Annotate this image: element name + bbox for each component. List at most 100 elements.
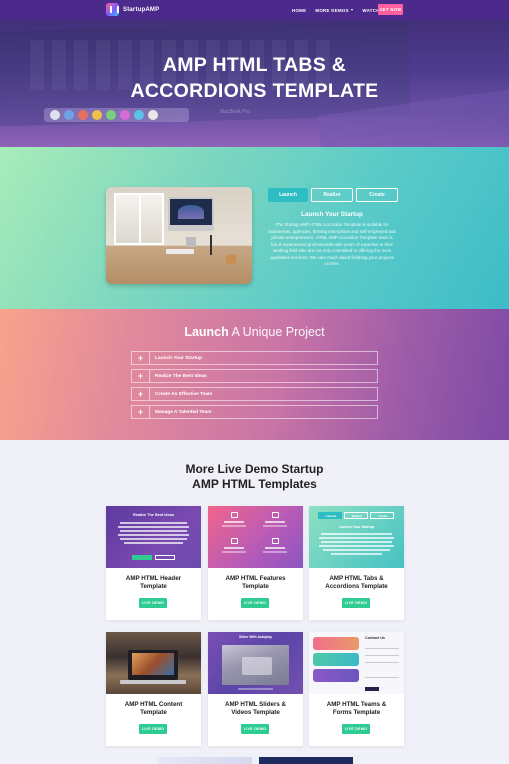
more-templates-title-line-2: AMP HTML Templates (192, 477, 317, 491)
nav-item-more-demos[interactable]: MORE DEMOS (315, 7, 354, 13)
template-card-title-line-2: Accordions Template (325, 583, 388, 590)
thumb-team-card (313, 653, 359, 666)
template-card-title: AMP HTML Content Template (108, 701, 199, 717)
accordion-item[interactable]: + Create An Effective Team (131, 387, 378, 401)
thumb-text-line (321, 533, 392, 535)
thumb-text-line (118, 534, 189, 536)
thumb-tab: Create (370, 512, 394, 519)
live-demo-button[interactable]: LIVE DEMO (139, 724, 167, 734)
thumb-textarea (365, 668, 399, 678)
accordion-item-label: Realize The Best Ideas (155, 373, 207, 379)
thumb-text-line (263, 551, 287, 553)
tab-bar: Launch Realize Create (268, 188, 398, 202)
nav-item-more-demos-label: MORE DEMOS (315, 7, 349, 13)
nav-item-home[interactable]: HOME (292, 8, 306, 13)
thumb-title: Slider With Autoplay (239, 635, 272, 639)
thumb-text-line (224, 547, 244, 549)
thumb-submit (365, 687, 379, 691)
template-card-tabs: Launch Realize Create Launch Your Startu… (309, 506, 404, 620)
thumb-text-line (319, 545, 394, 547)
thumb-team-card (313, 637, 359, 650)
photo-lamp (210, 235, 212, 255)
template-card-title-line-2: Videos Template (231, 709, 280, 716)
plus-icon: + (132, 406, 150, 418)
thumb-text-line (331, 553, 382, 555)
live-demo-button[interactable]: LIVE DEMO (241, 724, 269, 734)
dock-app-icon (92, 110, 102, 120)
dock-app-icon (64, 110, 74, 120)
thumb-button (155, 555, 175, 560)
template-card-title: AMP HTML Header Template (108, 575, 199, 591)
thumb-button (132, 555, 152, 560)
template-thumbnail[interactable]: Contact Us (309, 632, 404, 694)
live-demo-button[interactable]: LIVE DEMO (342, 598, 370, 608)
plus-icon: + (132, 388, 150, 400)
template-card-title: AMP HTML Features Template (210, 575, 301, 591)
template-card-partial (157, 757, 252, 764)
accordion-item[interactable]: + Launch Your Startup (131, 351, 378, 365)
thumb-tab-label: Realize (351, 514, 363, 518)
mail-icon (231, 512, 238, 518)
template-card-content: AMP HTML Content Template LIVE DEMO (106, 632, 201, 746)
dock-app-icon (50, 110, 60, 120)
template-card-partial (259, 757, 353, 764)
accordion-section-title: Launch A Unique Project (0, 325, 509, 339)
hero-title-line-1: AMP HTML TABS & (162, 54, 347, 76)
template-card-title-line-1: AMP HTML Sliders & (225, 701, 286, 708)
template-card-title: AMP HTML Teams & Forms Template (311, 701, 402, 717)
live-demo-button[interactable]: LIVE DEMO (241, 598, 269, 608)
tab-create[interactable]: Create (356, 188, 398, 202)
tab-realize[interactable]: Realize (311, 188, 353, 202)
rocket-icon (272, 538, 279, 544)
template-thumbnail[interactable]: Slider With Autoplay (208, 632, 303, 694)
plus-icon: + (132, 352, 150, 364)
thumb-text-line (222, 551, 246, 553)
template-card-features: AMP HTML Features Template LIVE DEMO (208, 506, 303, 620)
get-now-button[interactable]: GET NOW (378, 4, 403, 15)
thumb-text-line (224, 521, 244, 523)
template-card-forms: Contact Us AMP HTML Teams & Forms Templa… (309, 632, 404, 746)
more-templates-title-line-1: More Live Demo Startup (185, 462, 324, 476)
thumb-text-line (265, 521, 285, 523)
template-card-title-line-2: Template (140, 709, 167, 716)
photo-imac-stand (186, 237, 196, 247)
accordion-item[interactable]: + Realize The Best Ideas (131, 369, 378, 383)
template-thumbnail[interactable]: Realize The Best Ideas (106, 506, 201, 568)
thumb-input (365, 660, 399, 663)
diamond-icon (231, 538, 238, 544)
thumb-text-line (120, 522, 187, 524)
live-demo-button[interactable]: LIVE DEMO (342, 724, 370, 734)
chevron-down-icon (351, 9, 354, 12)
template-thumbnail[interactable]: Launch Realize Create Launch Your Startu… (309, 506, 404, 568)
thumb-laptop (128, 650, 178, 680)
brand-name: StartupAMP (123, 6, 160, 13)
thumb-text-line (222, 525, 246, 527)
accordion-item[interactable]: + Manage A Talented Team (131, 405, 378, 419)
live-demo-button[interactable]: LIVE DEMO (139, 598, 167, 608)
tab-launch[interactable]: Launch (268, 188, 308, 202)
chat-icon (272, 512, 279, 518)
thumb-title: Realize The Best Ideas (133, 513, 174, 517)
accordion-title-bold: Launch (184, 325, 229, 339)
more-templates-title: More Live Demo Startup AMP HTML Template… (0, 462, 509, 492)
template-card-title-line-1: AMP HTML Features (225, 575, 286, 582)
accordion-title-rest: A Unique Project (228, 325, 325, 339)
thumb-text-line (321, 541, 392, 543)
template-thumbnail[interactable] (208, 506, 303, 568)
template-card-title-line-1: AMP HTML Teams & (326, 701, 387, 708)
tabs-section (0, 147, 509, 309)
brand[interactable]: StartupAMP (106, 3, 159, 16)
plus-icon: + (132, 370, 150, 382)
photo-mug (226, 255, 236, 264)
thumb-input (365, 653, 399, 656)
template-card-title-line-1: AMP HTML Tabs & (329, 575, 384, 582)
workspace-photo (106, 187, 252, 284)
accordion-item-label: Launch Your Startup (155, 355, 202, 361)
thumb-tab: Realize (344, 512, 368, 519)
template-thumbnail[interactable] (106, 632, 201, 694)
photo-window (114, 193, 164, 245)
thumb-title: Contact Us (365, 636, 386, 640)
template-card-sliders: Slider With Autoplay AMP HTML Sliders & … (208, 632, 303, 746)
template-card-title-line-2: Template (140, 583, 167, 590)
hero-title: AMP HTML TABS & ACCORDIONS TEMPLATE (0, 52, 509, 104)
